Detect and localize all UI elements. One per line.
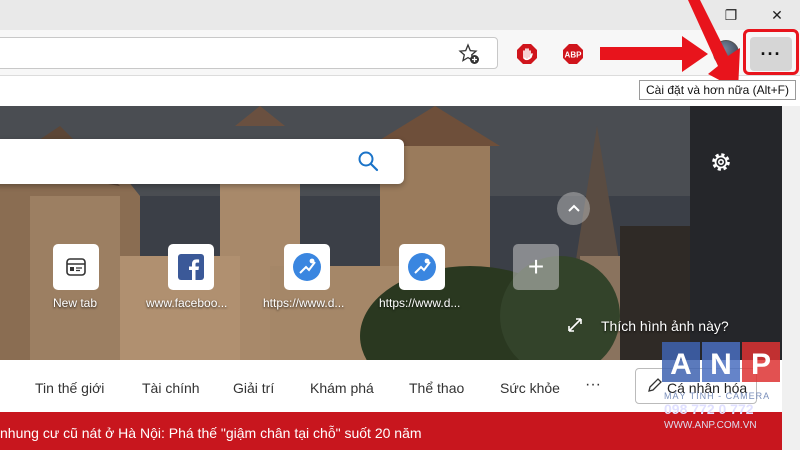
web-search-input[interactable] [0, 139, 404, 184]
stop-hand-extension-icon[interactable] [516, 43, 538, 65]
plus-icon: + [527, 251, 545, 282]
menu-tooltip: Cài đặt và hơn nữa (Alt+F) [639, 80, 796, 100]
tile-site-1[interactable] [284, 244, 330, 290]
expand-icon[interactable] [566, 316, 584, 334]
watermark-tagline: MÁY TÍNH - CAMERA [664, 391, 771, 401]
tile-label: www.faceboo... [146, 296, 228, 310]
menu-highlight-box [743, 29, 799, 75]
add-site-button[interactable]: + [513, 244, 559, 290]
breaking-news-text[interactable]: nhung cư cũ nát ở Hà Nội: Phá thế "giậm … [0, 425, 422, 441]
adblock-label: ABP [565, 51, 583, 60]
nav-item-world[interactable]: Tin thế giới [35, 380, 104, 396]
watermark-website: WWW.ANP.COM.VN [664, 420, 757, 431]
close-button[interactable]: ✕ [754, 0, 800, 30]
page-scrollbar[interactable] [782, 106, 800, 450]
chevron-up-icon [567, 204, 580, 212]
search-icon[interactable] [357, 150, 379, 172]
svg-text:P: P [751, 348, 771, 381]
tile-facebook[interactable] [168, 244, 214, 290]
tile-label: https://www.d... [263, 296, 345, 310]
tile-label: New tab [53, 296, 98, 310]
gear-icon[interactable] [709, 150, 733, 174]
svg-text:N: N [710, 348, 732, 381]
watermark-phone: 098 772 0 772 [664, 401, 754, 417]
nav-item-finance[interactable]: Tài chính [142, 380, 200, 396]
pencil-icon [648, 378, 662, 392]
nav-item-discover[interactable]: Khám phá [310, 380, 374, 396]
collapse-tiles-button[interactable] [557, 192, 590, 225]
site-icon [293, 253, 321, 281]
tile-site-2[interactable] [399, 244, 445, 290]
tile-label: https://www.d... [379, 296, 461, 310]
tile-new-tab[interactable] [53, 244, 99, 290]
like-image-link[interactable]: Thích hình ảnh này? [601, 318, 729, 334]
newtab-icon [66, 258, 86, 276]
anp-logo: A N P [662, 342, 780, 382]
adblock-plus-icon[interactable]: ABP [562, 43, 584, 65]
facebook-icon [178, 254, 204, 280]
address-bar[interactable] [0, 37, 498, 69]
site-icon [408, 253, 436, 281]
svg-text:A: A [670, 348, 692, 381]
nav-more-button[interactable]: ··· [585, 376, 601, 394]
nav-item-sports[interactable]: Thể thao [409, 380, 464, 396]
nav-item-entertainment[interactable]: Giải trí [233, 380, 274, 396]
nav-item-health[interactable]: Sức khỏe [500, 380, 560, 396]
add-favorite-icon[interactable] [457, 42, 481, 66]
close-icon: ✕ [771, 6, 783, 23]
